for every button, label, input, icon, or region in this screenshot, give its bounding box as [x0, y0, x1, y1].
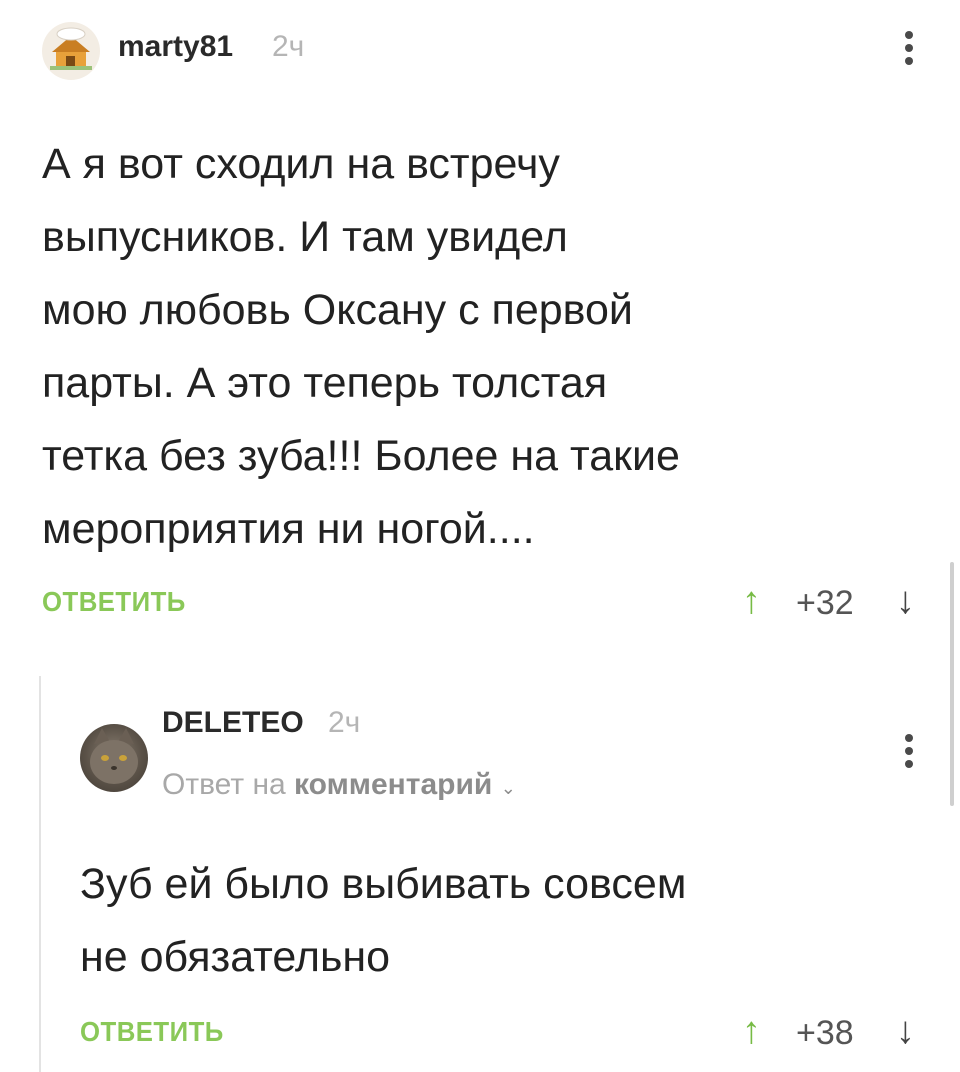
reply-reference-prefix: Ответ на: [162, 768, 286, 801]
more-options-icon[interactable]: [902, 734, 916, 773]
comment-line: А я вот сходил на встречу: [42, 140, 560, 188]
timestamp: 2ч: [272, 30, 305, 63]
comment-line: мою любовь Оксану с первой: [42, 286, 633, 334]
avatar[interactable]: [80, 724, 148, 792]
house-avatar-icon: [50, 27, 92, 70]
downvote-icon[interactable]: ↓: [896, 580, 915, 623]
reply-button[interactable]: ОТВЕТИТЬ: [80, 1016, 224, 1048]
comment-body: А я вот сходил на встречу выпусников. И …: [42, 128, 922, 566]
chevron-down-icon[interactable]: ⌄: [501, 778, 516, 798]
comment-line: выпусников. И там увидел: [42, 213, 568, 261]
comment-line: тетка без зуба!!! Более на такие: [42, 432, 680, 480]
scrollbar[interactable]: [950, 562, 954, 806]
reply-button[interactable]: ОТВЕТИТЬ: [42, 586, 186, 618]
comment-line: не обязательно: [80, 933, 391, 981]
rating-value: +32: [796, 584, 854, 622]
avatar[interactable]: [42, 22, 100, 80]
thread-line: [39, 676, 41, 1072]
more-options-icon[interactable]: [902, 31, 916, 70]
timestamp: 2ч: [328, 706, 361, 739]
comment-body: Зуб ей было выбивать совсем не обязатель…: [80, 848, 920, 994]
cat-avatar-icon: [90, 728, 138, 784]
downvote-icon[interactable]: ↓: [896, 1010, 915, 1053]
upvote-icon[interactable]: ↑: [742, 580, 761, 623]
upvote-icon[interactable]: ↑: [742, 1010, 761, 1053]
comment-line: мероприятия ни ногой....: [42, 505, 535, 553]
comment-line: парты. А это теперь толстая: [42, 359, 608, 407]
reply-reference-link[interactable]: комментарий: [294, 768, 492, 801]
reply-reference[interactable]: Ответ на комментарий ⌄: [162, 768, 516, 802]
comment-line: Зуб ей было выбивать совсем: [80, 860, 687, 908]
rating-value: +38: [796, 1014, 854, 1052]
username[interactable]: marty81: [118, 30, 233, 64]
username[interactable]: DELETEO: [162, 706, 304, 740]
